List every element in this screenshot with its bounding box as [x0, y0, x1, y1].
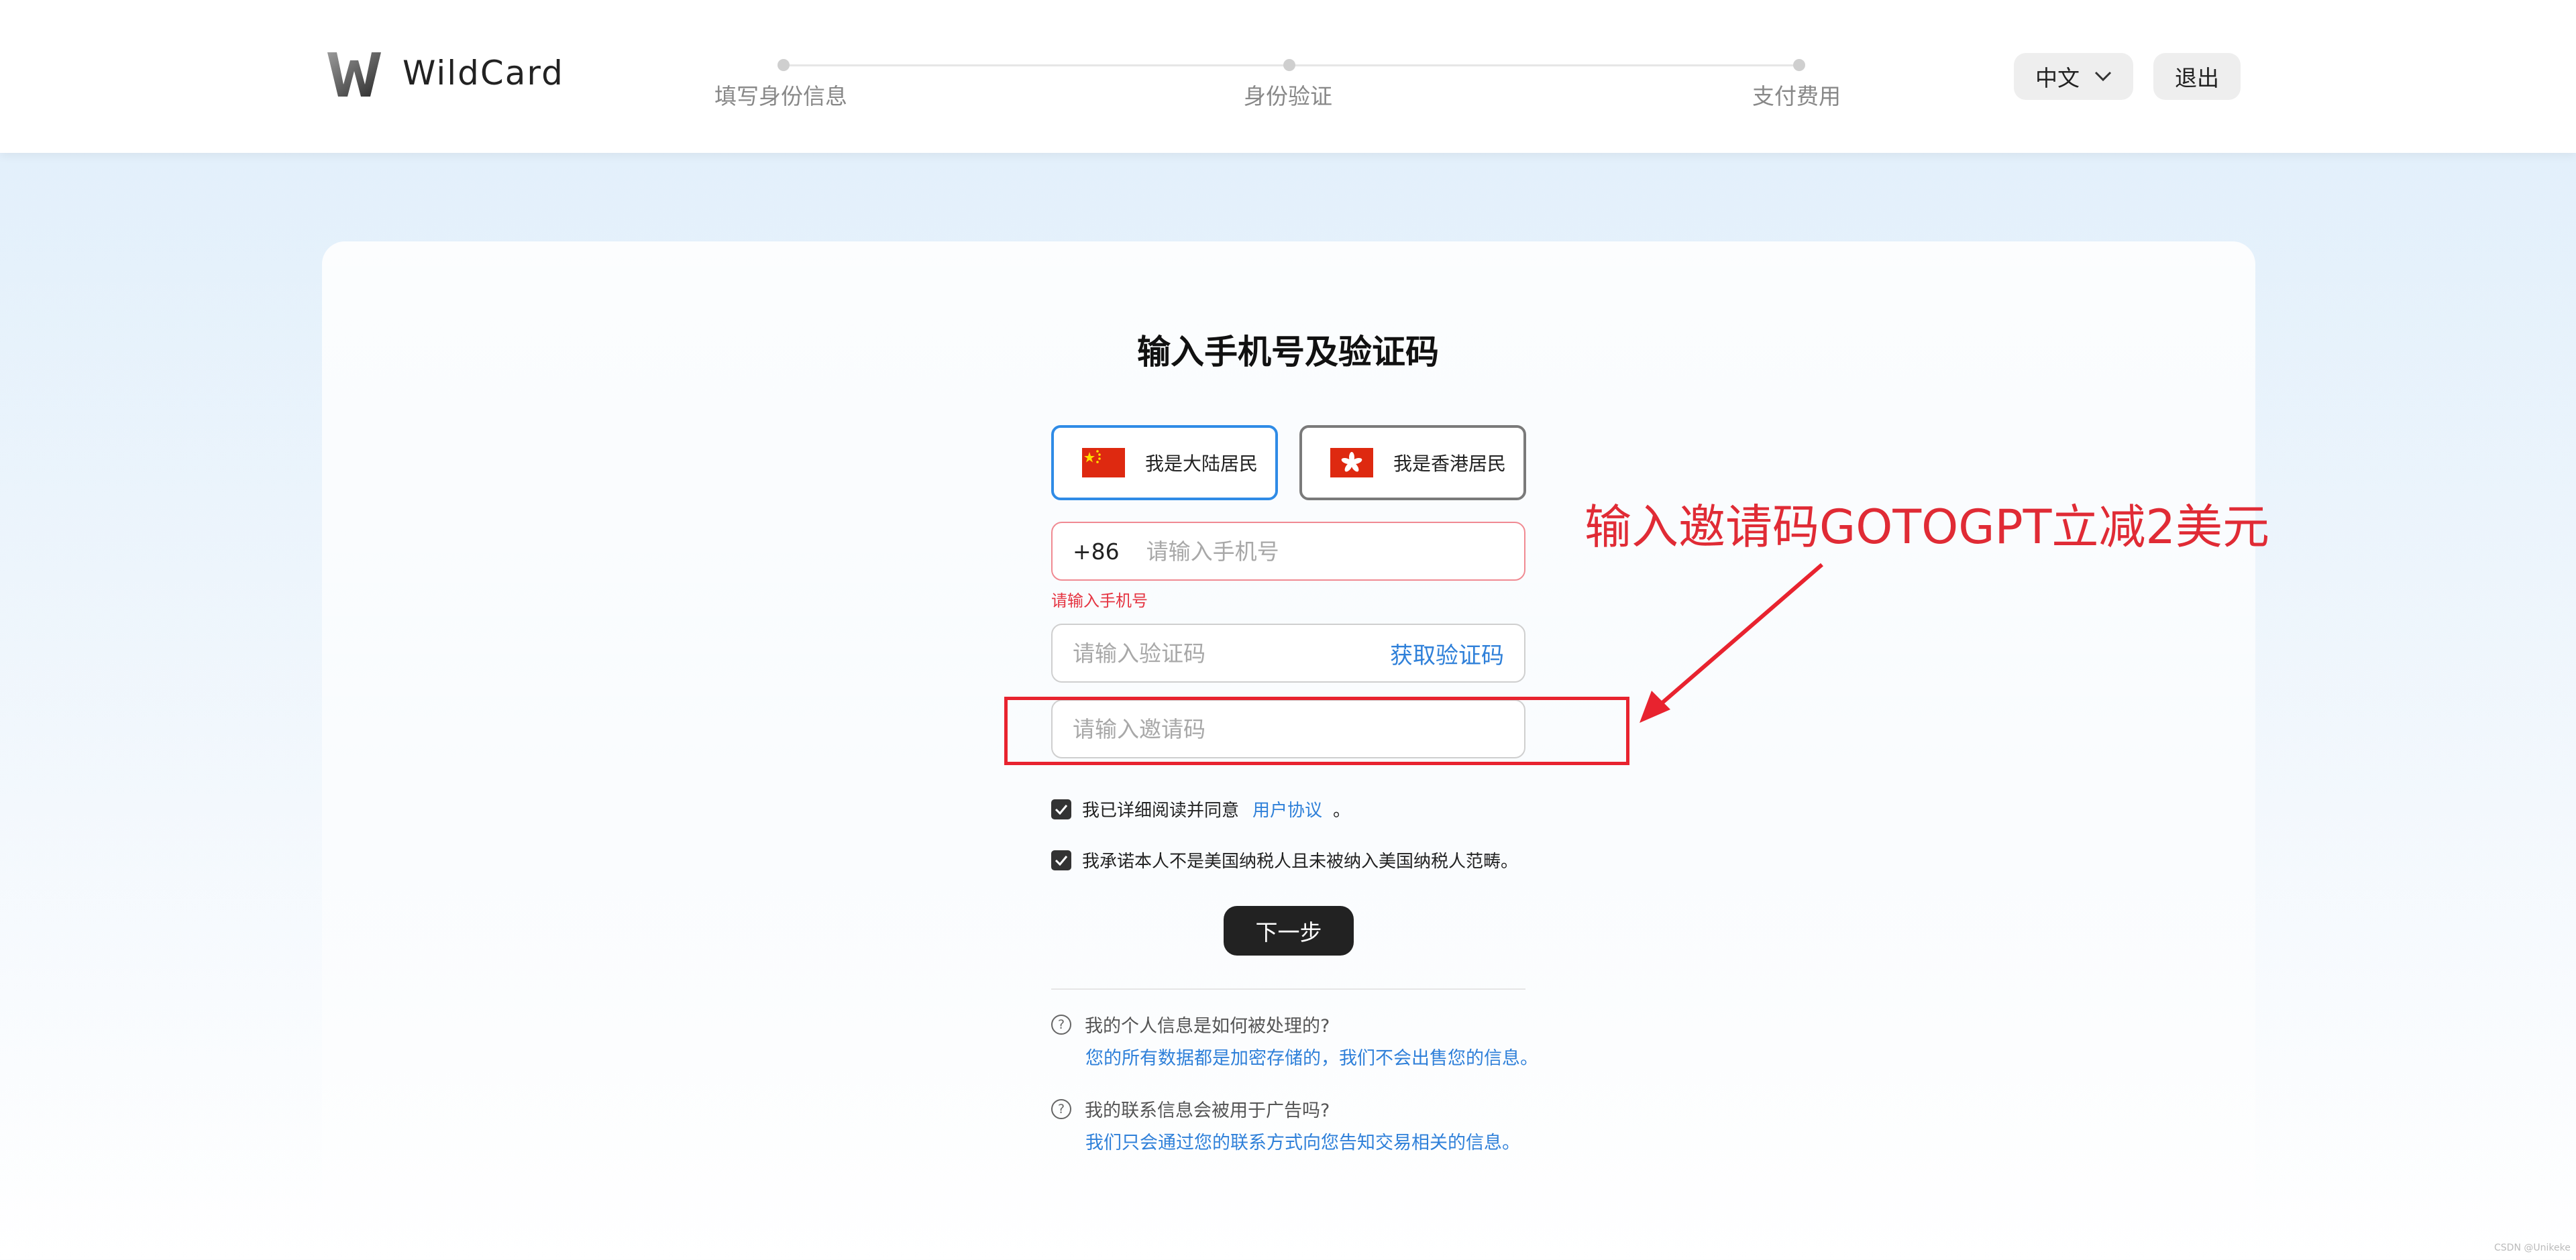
tax-declaration-text: 我承诺本人不是美国纳税人且未被纳入美国纳税人范畴。	[1082, 852, 1519, 872]
top-header: WildCard 填写身份信息 身份验证 支付费用 中文 退出	[0, 0, 2576, 153]
language-label: 中文	[2035, 65, 2080, 91]
annotation-arrow-icon	[1640, 563, 1823, 723]
invite-highlight-box	[1004, 697, 1629, 765]
user-agreement-link[interactable]: 用户协议	[1252, 797, 1322, 821]
phone-error-message: 请输入手机号	[1051, 591, 1148, 610]
verification-code-input[interactable]	[1073, 640, 1390, 667]
logout-button[interactable]: 退出	[2153, 53, 2241, 100]
agreement-row: 我已详细阅读并同意 用户协议 。	[1051, 797, 1350, 821]
faq-question-2: ? 我的联系信息会被用于广告吗?	[1051, 1096, 1330, 1122]
question-icon: ?	[1051, 1014, 1071, 1035]
next-step-button[interactable]: 下一步	[1224, 906, 1354, 956]
tax-declaration-checkbox[interactable]	[1051, 850, 1071, 870]
mainland-resident-option[interactable]: 我是大陆居民	[1051, 425, 1278, 500]
check-icon	[1055, 804, 1068, 815]
country-code[interactable]: +86	[1073, 538, 1120, 565]
step-label-verification: 身份验证	[1244, 83, 1332, 109]
faq-answer-2: 我们只会通过您的联系方式向您告知交易相关的信息。	[1085, 1133, 1520, 1153]
faq-answer-1: 您的所有数据都是加密存储的，我们不会出售您的信息。	[1085, 1048, 1538, 1069]
chevron-down-icon	[2094, 71, 2112, 82]
faq-question-1: ? 我的个人信息是如何被处理的?	[1051, 1011, 1330, 1037]
question-icon: ?	[1051, 1098, 1071, 1119]
faq-question-text: 我的联系信息会被用于广告吗?	[1085, 1100, 1330, 1121]
brand-name[interactable]: WildCard	[402, 54, 564, 93]
faq-divider	[1051, 988, 1525, 990]
phone-field[interactable]: +86	[1051, 522, 1525, 581]
wildcard-logo-icon[interactable]	[327, 52, 381, 97]
step-dot-2	[1283, 59, 1295, 71]
step-label-identity-info: 填写身份信息	[714, 83, 847, 109]
agreement-period: 。	[1333, 801, 1351, 821]
language-select[interactable]: 中文	[2014, 53, 2133, 100]
phone-input[interactable]	[1146, 538, 1504, 565]
check-icon	[1055, 855, 1068, 866]
mainland-resident-label: 我是大陆居民	[1145, 453, 1258, 475]
step-label-payment: 支付费用	[1752, 83, 1841, 109]
hongkong-resident-label: 我是香港居民	[1393, 453, 1507, 475]
faq-question-text: 我的个人信息是如何被处理的?	[1085, 1016, 1330, 1037]
promo-annotation: 输入邀请码GOTOGPT立减2美元	[1585, 500, 2269, 555]
agreement-text: 我已详细阅读并同意	[1082, 801, 1240, 821]
hongkong-resident-option[interactable]: 我是香港居民	[1299, 425, 1526, 500]
hongkong-flag-icon	[1330, 448, 1373, 477]
tax-declaration-row: 我承诺本人不是美国纳税人且未被纳入美国纳税人范畴。	[1051, 848, 1518, 872]
get-code-link[interactable]: 获取验证码	[1390, 637, 1504, 670]
verification-code-field[interactable]: 获取验证码	[1051, 624, 1525, 683]
agreement-checkbox[interactable]	[1051, 799, 1071, 819]
page-title: 输入手机号及验证码	[1137, 333, 1439, 371]
step-dot-1	[777, 59, 790, 71]
china-flag-icon	[1082, 448, 1125, 477]
step-dot-3	[1793, 59, 1805, 71]
watermark: CSDN @Unikeke	[2494, 1243, 2571, 1253]
